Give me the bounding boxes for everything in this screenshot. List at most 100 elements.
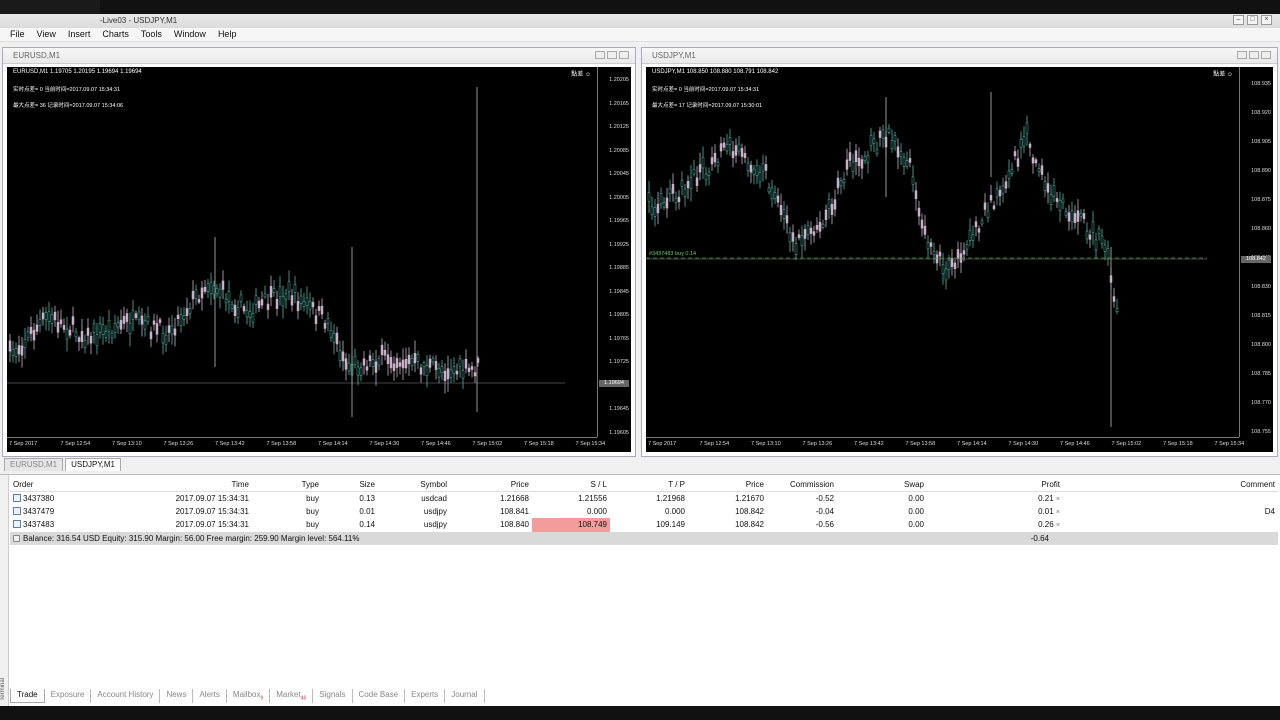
order-line-label[interactable]: #3437483 buy 0.14 xyxy=(649,251,696,257)
balance-summary: Balance: 316.54 USD Equity: 315.90 Margi… xyxy=(23,533,360,543)
order-current-price: 108.842 xyxy=(735,506,764,516)
candle-body xyxy=(872,138,876,144)
order-profit: 0.21 xyxy=(1038,493,1054,503)
tab-exposure[interactable]: Exposure xyxy=(45,689,92,703)
candle-body xyxy=(164,334,168,345)
close-icon[interactable] xyxy=(619,51,629,59)
candle-body xyxy=(695,177,699,186)
candle-body xyxy=(995,188,999,198)
candle-body xyxy=(830,203,834,216)
time-axis[interactable]: 7 Sep 2017 7 Sep 12:54 7 Sep 13:10 7 Sep 13… xyxy=(7,437,605,453)
order-tp[interactable]: 0.000 xyxy=(610,505,688,519)
time-tick-label: 7 Sep 14:30 xyxy=(369,441,400,447)
candle-body xyxy=(968,229,972,241)
col-order[interactable]: Order xyxy=(10,478,110,492)
tab-journal[interactable]: Journal xyxy=(445,689,485,703)
tab-experts[interactable]: Experts xyxy=(405,689,446,703)
menu-file[interactable]: File xyxy=(4,28,31,41)
time-tick-label: 7 Sep 12:54 xyxy=(60,441,91,447)
menu-insert[interactable]: Insert xyxy=(62,28,97,41)
chart-window-eurusd[interactable]: EURUSD,M1 EURUSD,M1 1.19705 1.20195 1.19… xyxy=(2,47,636,457)
candle-body xyxy=(149,331,153,340)
chart-window-header[interactable]: EURUSD,M1 xyxy=(3,48,635,64)
candle-body xyxy=(68,329,72,336)
col-commission[interactable]: Commission xyxy=(767,478,837,492)
order-sl[interactable]: 108.749 xyxy=(532,518,610,532)
price-axis[interactable]: 108.935 108.920 108.905 108.890 108.875 108.8… xyxy=(1239,67,1273,437)
candle-body xyxy=(425,365,429,377)
close-order-icon[interactable]: × xyxy=(1056,509,1060,516)
candle-body xyxy=(44,312,48,320)
col-tp[interactable]: T / P xyxy=(610,478,688,492)
tab-mailbox[interactable]: Mailbox9 xyxy=(227,689,271,703)
candle-body xyxy=(299,295,303,304)
tab-signals[interactable]: Signals xyxy=(313,689,353,703)
tab-news[interactable]: News xyxy=(160,689,194,703)
order-sl[interactable]: 1.21556 xyxy=(532,491,610,505)
close-order-icon[interactable]: × xyxy=(1056,496,1060,503)
chart-window-usdjpy[interactable]: USDJPY,M1 USDJPY,M1 108.850 108.880 108.… xyxy=(641,47,1278,457)
tab-code-base[interactable]: Code Base xyxy=(353,689,406,703)
candle-body xyxy=(854,150,858,163)
tab-alerts[interactable]: Alerts xyxy=(193,689,227,703)
chart-tab-usdjpy[interactable]: USDJPY,M1 xyxy=(65,458,121,471)
table-row[interactable]: 3437380 2017.09.07 15:34:31 buy 0.13 usd… xyxy=(10,491,1278,505)
candle-body xyxy=(101,324,105,335)
menu-window[interactable]: Window xyxy=(168,28,212,41)
terminal-side-handle[interactable]: Terminal xyxy=(0,475,9,707)
candle-body xyxy=(932,251,936,256)
minimize-icon[interactable] xyxy=(1237,51,1247,59)
close-order-icon[interactable]: × xyxy=(1056,522,1060,529)
candle-body xyxy=(173,328,177,336)
menu-tools[interactable]: Tools xyxy=(135,28,168,41)
col-type[interactable]: Type xyxy=(252,478,322,492)
col-size[interactable]: Size xyxy=(322,478,378,492)
candle-body xyxy=(920,219,924,229)
chart-area[interactable]: EURUSD,M1 1.19705 1.20195 1.19694 1.1969… xyxy=(7,67,631,452)
candle-body xyxy=(386,354,390,365)
col-price[interactable]: Price xyxy=(450,478,532,492)
table-row[interactable]: 3437479 2017.09.07 15:34:31 buy 0.01 usd… xyxy=(10,505,1278,519)
col-swap[interactable]: Swap xyxy=(837,478,927,492)
minimize-icon[interactable] xyxy=(595,51,605,59)
candlestick-plot[interactable] xyxy=(646,67,1241,437)
candle-body xyxy=(989,194,993,201)
maximize-icon[interactable]: □ xyxy=(1247,15,1258,25)
col-sl[interactable]: S / L xyxy=(532,478,610,492)
price-tick-label: 108.890 xyxy=(1251,168,1271,174)
order-tp[interactable]: 109.149 xyxy=(610,518,688,532)
close-icon[interactable] xyxy=(1261,51,1271,59)
candle-body xyxy=(278,286,282,297)
chart-tab-eurusd[interactable]: EURUSD,M1 xyxy=(4,458,64,471)
chart-area[interactable]: USDJPY,M1 108.850 108.880 108.791 108.84… xyxy=(646,67,1273,452)
col-time[interactable]: Time xyxy=(110,478,252,492)
col-symbol[interactable]: Symbol xyxy=(378,478,450,492)
menu-help[interactable]: Help xyxy=(212,28,243,41)
time-tick-label: 7 Sep 14:14 xyxy=(957,441,987,447)
tab-account-history[interactable]: Account History xyxy=(91,689,161,703)
price-axis[interactable]: 1.20205 1.20165 1.20125 1.20085 1.20045 1.200… xyxy=(597,67,631,437)
restore-icon[interactable] xyxy=(1249,51,1259,59)
chart-window-header[interactable]: USDJPY,M1 xyxy=(642,48,1277,64)
menu-view[interactable]: View xyxy=(31,28,62,41)
menu-charts[interactable]: Charts xyxy=(96,28,135,41)
price-tick-label: 108.920 xyxy=(1251,110,1271,116)
order-tp[interactable]: 1.21968 xyxy=(610,491,688,505)
col-comment[interactable]: Comment xyxy=(1063,478,1278,492)
candlestick-plot[interactable] xyxy=(7,67,599,437)
order-swap: 0.00 xyxy=(908,506,924,516)
tab-trade[interactable]: Trade xyxy=(10,689,45,703)
col-current-price[interactable]: Price xyxy=(688,478,767,492)
time-axis[interactable]: 7 Sep 2017 7 Sep 12:54 7 Sep 13:10 7 Sep 13… xyxy=(646,437,1244,453)
candle-body xyxy=(20,345,24,356)
tab-market[interactable]: Market46 xyxy=(270,689,314,703)
close-icon[interactable]: × xyxy=(1261,15,1272,25)
restore-icon[interactable] xyxy=(607,51,617,59)
order-sl[interactable]: 0.000 xyxy=(532,505,610,519)
col-profit[interactable]: Profit xyxy=(927,478,1063,492)
table-row[interactable]: 3437483 2017.09.07 15:34:31 buy 0.14 usd… xyxy=(10,518,1278,532)
time-tick-label: 7 Sep 13:26 xyxy=(163,441,194,447)
minimize-icon[interactable]: – xyxy=(1233,15,1244,25)
candle-body xyxy=(323,323,327,329)
candle-body xyxy=(956,249,960,259)
